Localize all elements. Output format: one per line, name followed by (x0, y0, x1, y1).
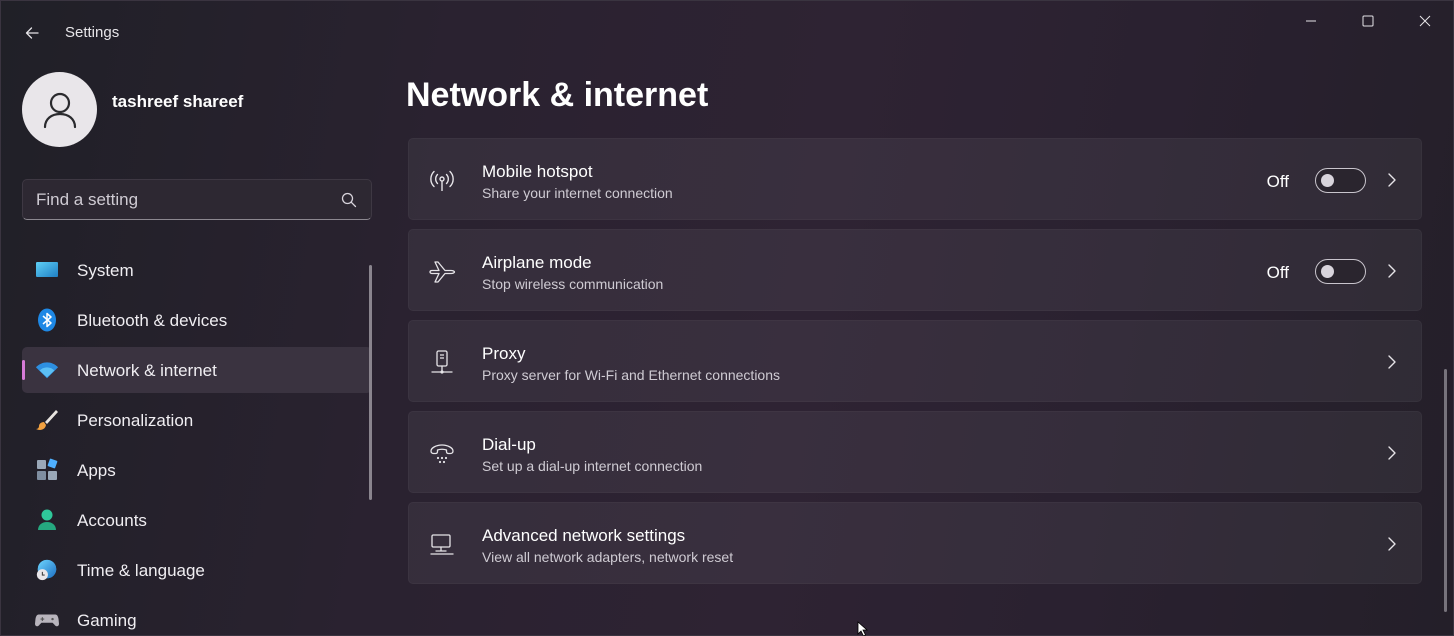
proxy-icon (428, 349, 456, 377)
accounts-icon (35, 508, 59, 532)
sidebar-item-system[interactable]: System (22, 247, 372, 293)
user-icon (43, 92, 76, 128)
toggle-knob (1321, 265, 1334, 278)
sidebar-item-personalization[interactable]: Personalization (22, 397, 372, 443)
maximize-button[interactable] (1339, 1, 1396, 41)
sidebar-item-label: System (77, 261, 134, 280)
gamepad-icon (35, 608, 59, 632)
dial-up-card[interactable]: Dial-up Set up a dial-up internet connec… (408, 411, 1422, 493)
sidebar-item-apps[interactable]: Apps (22, 447, 372, 493)
card-subtitle: Proxy server for Wi-Fi and Ethernet conn… (482, 367, 781, 383)
page-title: Network & internet (406, 76, 709, 114)
sidebar-item-label: Accounts (77, 511, 147, 530)
back-arrow-icon (25, 27, 39, 39)
system-icon (35, 258, 59, 282)
sidebar-nav: System Bluetooth & devices Network & int… (22, 247, 372, 636)
network-pc-icon (428, 531, 456, 559)
mouse-cursor-icon (857, 621, 869, 636)
dialup-icon (428, 440, 456, 468)
airplane-mode-toggle[interactable] (1315, 259, 1366, 284)
globe-clock-icon (35, 558, 59, 582)
search-box (22, 179, 372, 220)
settings-window: Settings tashreef shareef Find a setting… (0, 0, 1454, 636)
card-subtitle: Stop wireless communication (482, 276, 664, 292)
sidebar-item-accounts[interactable]: Accounts (22, 497, 372, 543)
sidebar-item-label: Bluetooth & devices (77, 311, 228, 330)
sidebar-item-bluetooth[interactable]: Bluetooth & devices (22, 297, 372, 343)
minimize-icon (1305, 20, 1316, 22)
window-controls (1282, 1, 1453, 41)
card-title: Advanced network settings (482, 526, 686, 545)
app-title: Settings (65, 24, 120, 41)
sidebar-scrollbar[interactable] (369, 265, 372, 500)
chevron-right-icon (1383, 353, 1401, 371)
advanced-network-settings-card[interactable]: Advanced network settings View all netwo… (408, 502, 1422, 584)
maximize-icon (1362, 15, 1373, 27)
toggle-state-label: Off (1266, 263, 1289, 282)
airplane-mode-card[interactable]: Airplane mode Stop wireless communicatio… (408, 229, 1422, 311)
apps-icon (35, 458, 59, 482)
card-subtitle: View all network adapters, network reset (482, 549, 734, 565)
wifi-icon (35, 358, 59, 382)
search-input[interactable] (23, 180, 371, 219)
sidebar-item-gaming[interactable]: Gaming (22, 597, 372, 636)
mobile-hotspot-toggle[interactable] (1315, 168, 1366, 193)
card-title: Airplane mode (482, 253, 592, 272)
chevron-right-icon (1383, 262, 1401, 280)
card-subtitle: Share your internet connection (482, 185, 673, 201)
sidebar-item-network[interactable]: Network & internet (22, 347, 372, 393)
sidebar-item-label: Apps (77, 461, 116, 480)
title-bar: Settings (1, 1, 1453, 63)
card-title: Dial-up (482, 435, 536, 454)
chevron-right-icon (1383, 444, 1401, 462)
brush-icon (35, 408, 59, 432)
search-icon[interactable] (341, 192, 357, 208)
hotspot-icon (428, 167, 456, 195)
card-title: Mobile hotspot (482, 162, 593, 181)
user-name: tashreef shareef (112, 92, 244, 111)
settings-list: Mobile hotspot Share your internet conne… (408, 138, 1422, 593)
card-subtitle: Set up a dial-up internet connection (482, 458, 703, 474)
proxy-card[interactable]: Proxy Proxy server for Wi-Fi and Etherne… (408, 320, 1422, 402)
mobile-hotspot-card[interactable]: Mobile hotspot Share your internet conne… (408, 138, 1422, 220)
sidebar-item-time-language[interactable]: Time & language (22, 547, 372, 593)
sidebar-item-label: Personalization (77, 411, 194, 430)
back-button[interactable] (15, 19, 49, 47)
avatar[interactable] (22, 72, 97, 147)
minimize-button[interactable] (1282, 1, 1339, 41)
toggle-state-label: Off (1266, 172, 1289, 191)
toggle-knob (1321, 174, 1334, 187)
sidebar-item-label: Time & language (77, 561, 205, 580)
card-title: Proxy (482, 344, 526, 363)
close-icon (1419, 15, 1430, 27)
chevron-right-icon (1383, 171, 1401, 189)
close-button[interactable] (1396, 1, 1453, 41)
sidebar-item-label: Network & internet (77, 361, 217, 380)
sidebar-item-label: Gaming (77, 611, 137, 630)
chevron-right-icon (1383, 535, 1401, 553)
main-scrollbar[interactable] (1444, 369, 1447, 612)
airplane-icon (428, 258, 456, 286)
bluetooth-icon (35, 308, 59, 332)
